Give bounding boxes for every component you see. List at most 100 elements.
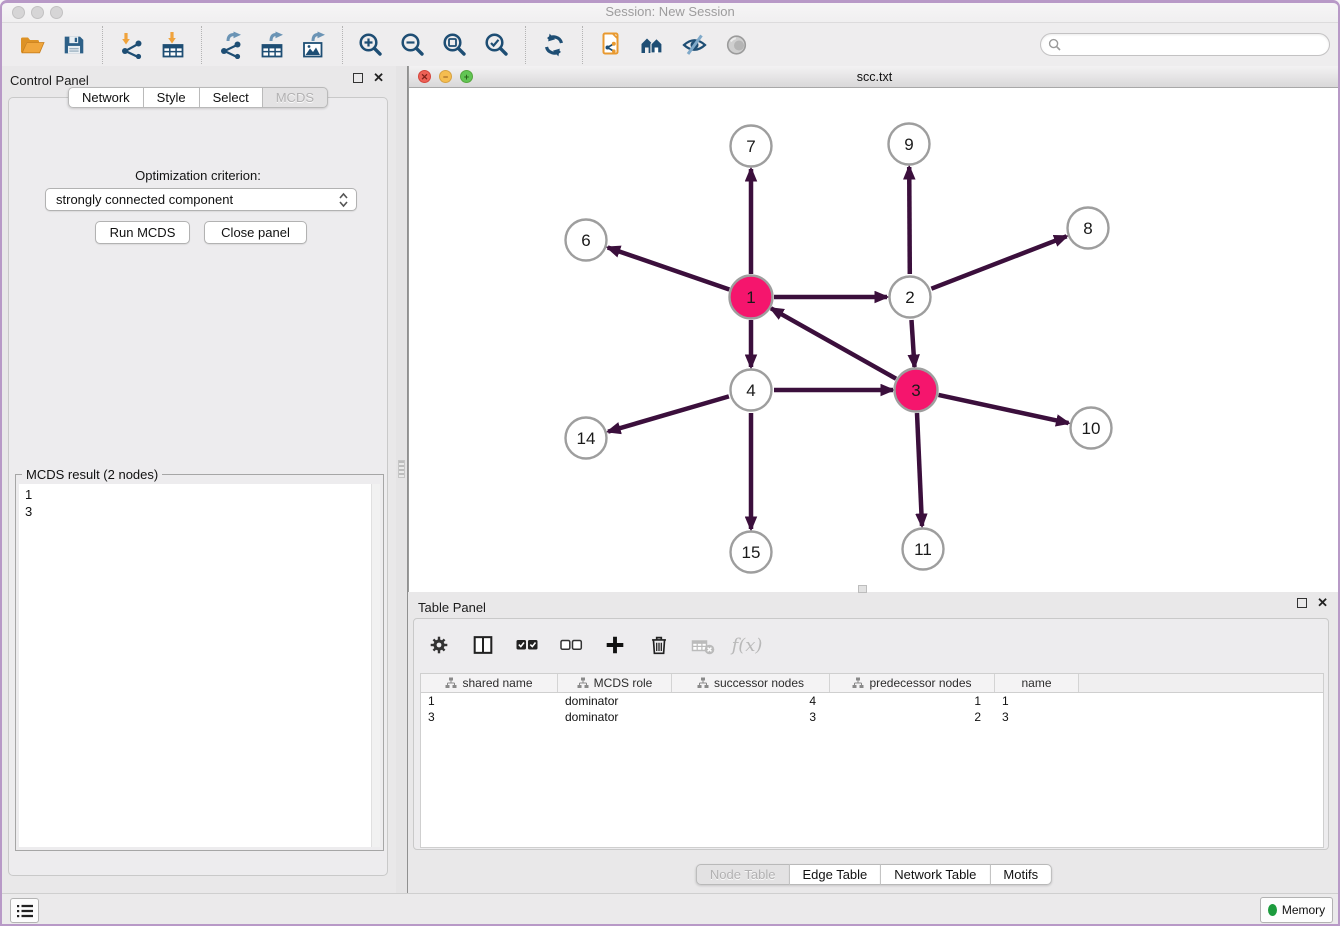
memory-button[interactable]: Memory (1260, 897, 1333, 923)
graph-node-label-2: 2 (905, 288, 914, 307)
table-cell[interactable]: 3 (672, 709, 830, 725)
table-cell[interactable]: 1 (830, 693, 995, 709)
column-header-filler (1079, 674, 1323, 692)
show-all-button[interactable] (718, 27, 756, 63)
vertical-splitter[interactable] (396, 66, 408, 893)
apply-layout-button[interactable] (535, 27, 573, 63)
tab-edge-table[interactable]: Edge Table (789, 864, 881, 885)
tab-select[interactable]: Select (200, 87, 263, 108)
hide-selected-button[interactable] (676, 27, 714, 63)
tab-network[interactable]: Network (68, 87, 144, 108)
table-cell[interactable]: 3 (421, 709, 558, 725)
edge-2-8[interactable] (931, 236, 1066, 288)
checked-boxes-icon (514, 632, 540, 658)
zoom-out-button[interactable] (394, 27, 432, 63)
table-row[interactable]: 3dominator323 (421, 709, 1323, 725)
import-network-button[interactable] (112, 27, 150, 63)
table-cell[interactable]: 3 (995, 709, 1079, 725)
create-column-button[interactable] (600, 629, 630, 661)
table-panel-close-icon[interactable]: ✕ (1317, 598, 1328, 608)
table-cell[interactable]: dominator (558, 693, 672, 709)
delete-table-button[interactable] (688, 629, 718, 661)
zoom-selected-icon (483, 31, 511, 59)
network-view-frame: ✕ − + scc.txt 7968124314101511 (408, 66, 1340, 592)
column-header-predecessor-nodes[interactable]: predecessor nodes (830, 674, 995, 692)
save-session-button[interactable] (55, 27, 93, 63)
table-row[interactable]: 1dominator411 (421, 693, 1323, 709)
criterion-selected-value: strongly connected component (56, 192, 233, 207)
mcds-result-text[interactable]: 1 3 (19, 484, 380, 847)
column-header-successor-nodes[interactable]: successor nodes (672, 674, 830, 692)
splitter-grip[interactable] (398, 460, 405, 478)
close-panel-button[interactable]: Close panel (204, 221, 307, 244)
network-frame-titlebar[interactable]: ✕ − + scc.txt (409, 66, 1340, 88)
task-history-button[interactable] (10, 898, 39, 923)
delete-columns-button[interactable] (644, 629, 674, 661)
node-table-panel: f(x) shared nameMCDS rolesuccessor nodes… (413, 618, 1329, 850)
tab-mcds[interactable]: MCDS (263, 87, 328, 108)
table-cell[interactable]: 2 (830, 709, 995, 725)
table-toolbar: f(x) (424, 625, 762, 665)
network-graph: 7968124314101511 (410, 88, 1340, 591)
node-table: shared nameMCDS rolesuccessor nodesprede… (420, 673, 1324, 848)
export-image-button[interactable] (295, 27, 333, 63)
delete-table-icon (690, 632, 716, 658)
network-canvas[interactable]: 7968124314101511 (410, 88, 1340, 591)
edge-2-9[interactable] (909, 167, 910, 274)
first-neighbors-button[interactable] (634, 27, 672, 63)
tab-node-table[interactable]: Node Table (696, 864, 790, 885)
table-panel-tabs: Node TableEdge TableNetwork TableMotifs (696, 864, 1052, 885)
edge-3-1[interactable] (771, 308, 896, 378)
horizontal-splitter-grip[interactable] (858, 585, 867, 593)
fit-content-button[interactable] (436, 27, 474, 63)
edge-2-3[interactable] (912, 320, 915, 367)
column-header-mcds-role[interactable]: MCDS role (558, 674, 672, 692)
column-header-name[interactable]: name (995, 674, 1079, 692)
tab-style[interactable]: Style (144, 87, 200, 108)
refresh-icon (540, 31, 568, 59)
edge-4-14[interactable] (608, 396, 729, 431)
function-builder-button[interactable]: f(x) (732, 629, 762, 661)
search-icon (1048, 38, 1062, 52)
table-panel-float-icon[interactable] (1297, 598, 1307, 608)
search-input[interactable] (1040, 33, 1330, 56)
new-network-from-selection-button[interactable] (592, 27, 630, 63)
column-tree-icon (445, 677, 457, 689)
import-network-icon (117, 31, 145, 59)
table-body: 1dominator4113dominator323 (421, 693, 1323, 725)
edge-3-10[interactable] (939, 395, 1069, 423)
select-all-columns-button[interactable] (512, 629, 542, 661)
edge-3-11[interactable] (917, 413, 922, 526)
open-session-button[interactable] (13, 27, 51, 63)
control-panel-float-icon[interactable] (353, 73, 363, 83)
table-cell[interactable]: 1 (995, 693, 1079, 709)
unselect-all-columns-button[interactable] (556, 629, 586, 661)
table-options-gear-button[interactable] (424, 629, 454, 661)
tab-network-table[interactable]: Network Table (881, 864, 990, 885)
table-panel: Table Panel ✕ (408, 592, 1340, 893)
show-column-panel-button[interactable] (468, 629, 498, 661)
task-list-icon (16, 903, 34, 919)
window-title: Session: New Session (0, 4, 1340, 19)
export-image-icon (300, 31, 328, 59)
export-network-button[interactable] (211, 27, 249, 63)
zoom-selected-button[interactable] (478, 27, 516, 63)
import-table-icon (159, 31, 187, 59)
table-cell[interactable]: dominator (558, 709, 672, 725)
zoom-in-button[interactable] (352, 27, 390, 63)
run-mcds-button[interactable]: Run MCDS (95, 221, 190, 244)
edge-1-6[interactable] (608, 248, 730, 290)
column-header-shared-name[interactable]: shared name (421, 674, 558, 692)
graph-node-label-6: 6 (581, 231, 590, 250)
control-panel-close-icon[interactable]: ✕ (373, 73, 384, 83)
table-cell[interactable]: 1 (421, 693, 558, 709)
tab-motifs[interactable]: Motifs (990, 864, 1052, 885)
table-cell[interactable]: 4 (672, 693, 830, 709)
export-table-icon (258, 31, 286, 59)
export-table-button[interactable] (253, 27, 291, 63)
import-table-button[interactable] (154, 27, 192, 63)
mcds-result-title: MCDS result (2 nodes) (22, 467, 162, 482)
criterion-select[interactable]: strongly connected component (45, 188, 357, 211)
result-scrollbar[interactable] (371, 484, 380, 847)
optimization-criterion-label: Optimization criterion: (9, 168, 387, 183)
